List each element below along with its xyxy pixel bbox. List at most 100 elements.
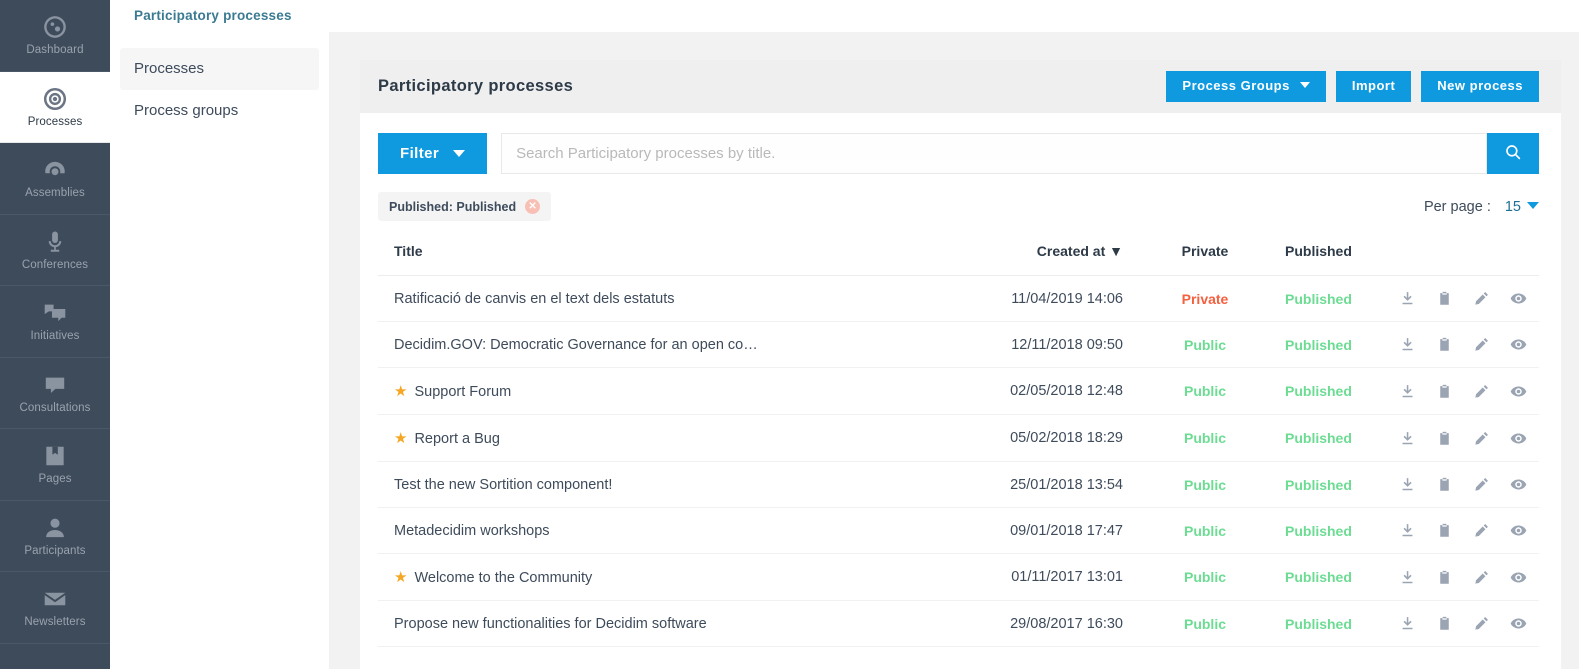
clipboard-icon[interactable]: [1436, 522, 1453, 539]
eye-icon[interactable]: [1510, 336, 1527, 353]
cell-title[interactable]: Propose new functionalities for Decidim …: [378, 600, 765, 647]
download-icon[interactable]: [1399, 476, 1416, 493]
eye-icon[interactable]: [1510, 290, 1527, 307]
sidebar-item-processes[interactable]: Processes: [0, 71, 110, 143]
per-page-value[interactable]: 15: [1505, 199, 1539, 215]
cell-title[interactable]: Ratificació de canvis en el text dels es…: [378, 275, 765, 322]
pencil-icon[interactable]: [1473, 383, 1490, 400]
close-circle-icon[interactable]: ✕: [525, 199, 541, 214]
secondary-nav-item-processes[interactable]: Processes: [120, 48, 319, 90]
filter-tag-label: Published: Published: [389, 199, 517, 214]
eye-icon[interactable]: [1510, 430, 1527, 447]
secondary-nav-item-process-groups[interactable]: Process groups: [120, 90, 319, 132]
pencil-icon[interactable]: [1473, 290, 1490, 307]
sidebar-item-settings[interactable]: [0, 644, 110, 669]
filter-button[interactable]: Filter: [378, 133, 488, 174]
star-icon: ★: [394, 430, 408, 447]
table-row[interactable]: Ratificació de canvis en el text dels es…: [378, 275, 1539, 322]
cell-title[interactable]: ★ Report a Bug: [378, 414, 765, 462]
new-process-button[interactable]: New process: [1421, 71, 1539, 102]
import-button[interactable]: Import: [1335, 71, 1412, 102]
sidebar-item-consultations[interactable]: Consultations: [0, 358, 110, 429]
table-row[interactable]: Metadecidim workshops 09/01/2018 17:47 Pub…: [378, 507, 1539, 554]
download-icon[interactable]: [1399, 522, 1416, 539]
user-icon: [42, 515, 68, 541]
row-actions: [1389, 336, 1539, 353]
clipboard-icon[interactable]: [1436, 476, 1453, 493]
column-header-actions: [1389, 243, 1539, 276]
eye-icon[interactable]: [1510, 383, 1527, 400]
cell-title[interactable]: ★ Support Forum: [378, 367, 765, 415]
topbar: Participatory processes: [110, 0, 1579, 32]
cell-created-at: 25/01/2018 13:54: [764, 461, 1151, 508]
table-row[interactable]: ★ Support Forum 02/05/2018 12:48 Public Publ…: [378, 367, 1539, 415]
page-title: Participatory processes: [378, 77, 574, 95]
download-icon[interactable]: [1399, 383, 1416, 400]
sidebar-item-label: Assemblies: [25, 187, 85, 199]
sidebar-item-initiatives[interactable]: Initiatives: [0, 286, 110, 358]
clipboard-icon[interactable]: [1436, 430, 1453, 447]
sidebar-item-pages[interactable]: Pages: [0, 429, 110, 501]
target-icon: [42, 86, 68, 112]
download-icon[interactable]: [1399, 615, 1416, 632]
pencil-icon[interactable]: [1473, 430, 1490, 447]
pencil-icon[interactable]: [1473, 476, 1490, 493]
eye-icon[interactable]: [1510, 476, 1527, 493]
eye-icon[interactable]: [1510, 522, 1527, 539]
row-actions: [1389, 615, 1539, 632]
clipboard-icon[interactable]: [1436, 383, 1453, 400]
pencil-icon[interactable]: [1473, 336, 1490, 353]
secondary-sidebar: Processes Process groups: [110, 32, 330, 669]
clipboard-icon[interactable]: [1436, 336, 1453, 353]
table-wrap: Title Created at ▼ Private Published Rat…: [360, 221, 1561, 647]
sidebar-item-label: Pages: [38, 473, 72, 485]
sidebar-item-assemblies[interactable]: Assemblies: [0, 143, 110, 215]
per-page-number: 15: [1504, 198, 1521, 215]
table-row[interactable]: Test the new Sortition component! 25/01/2…: [378, 461, 1539, 508]
sidebar-item-dashboard[interactable]: Dashboard: [0, 0, 110, 72]
eye-icon[interactable]: [1510, 615, 1527, 632]
table-row[interactable]: ★ Welcome to the Community 01/11/2017 13:0…: [378, 553, 1539, 601]
pencil-icon[interactable]: [1473, 569, 1490, 586]
process-title: Ratificació de canvis en el text dels es…: [394, 290, 675, 307]
microphone-icon: [42, 229, 68, 255]
clipboard-icon[interactable]: [1436, 569, 1453, 586]
clipboard-icon[interactable]: [1436, 290, 1453, 307]
processes-card: Participatory processes Process Groups I…: [360, 60, 1561, 669]
cell-created-at: 05/02/2018 18:29: [764, 414, 1151, 462]
cell-title[interactable]: Test the new Sortition component!: [378, 461, 765, 508]
cell-title[interactable]: ★ Welcome to the Community: [378, 553, 765, 601]
table-row[interactable]: Propose new functionalities for Decidim …: [378, 600, 1539, 647]
row-actions: [1389, 290, 1539, 307]
pencil-icon[interactable]: [1473, 615, 1490, 632]
sidebar-item-newsletters[interactable]: Newsletters: [0, 572, 110, 644]
search-input[interactable]: [501, 133, 1487, 174]
download-icon[interactable]: [1399, 336, 1416, 353]
eye-icon[interactable]: [1510, 569, 1527, 586]
sidebar-item-participants[interactable]: Participants: [0, 501, 110, 572]
main-content: Participatory processes Process Groups I…: [330, 32, 1579, 669]
row-actions: [1389, 569, 1539, 586]
column-header-created-at[interactable]: Created at ▼: [764, 243, 1151, 276]
table-row[interactable]: Decidim.GOV: Democratic Governance for a…: [378, 321, 1539, 368]
sidebar-item-conferences[interactable]: Conferences: [0, 215, 110, 286]
pencil-icon[interactable]: [1473, 522, 1490, 539]
download-icon[interactable]: [1399, 569, 1416, 586]
table-row[interactable]: ★ Report a Bug 05/02/2018 18:29 Public Publi…: [378, 414, 1539, 462]
cell-title[interactable]: Metadecidim workshops: [378, 507, 765, 554]
search-button[interactable]: [1487, 133, 1539, 174]
download-icon[interactable]: [1399, 290, 1416, 307]
sidebar-item-label: Processes: [27, 115, 83, 128]
clipboard-icon[interactable]: [1436, 615, 1453, 632]
process-groups-button[interactable]: Process Groups: [1166, 71, 1326, 102]
cell-title[interactable]: Decidim.GOV: Democratic Governance for a…: [378, 321, 765, 368]
cell-created-at: 09/01/2018 17:47: [764, 507, 1151, 554]
sidebar-item-label: Newsletters: [24, 616, 86, 628]
column-header-private: Private: [1151, 243, 1259, 276]
envelope-icon: [42, 586, 68, 612]
process-title: Support Forum: [414, 384, 512, 400]
cell-actions: [1389, 507, 1539, 554]
table-head: Title Created at ▼ Private Published: [378, 243, 1539, 276]
download-icon[interactable]: [1399, 430, 1416, 447]
per-page-control: Per page : 15: [1424, 199, 1539, 215]
